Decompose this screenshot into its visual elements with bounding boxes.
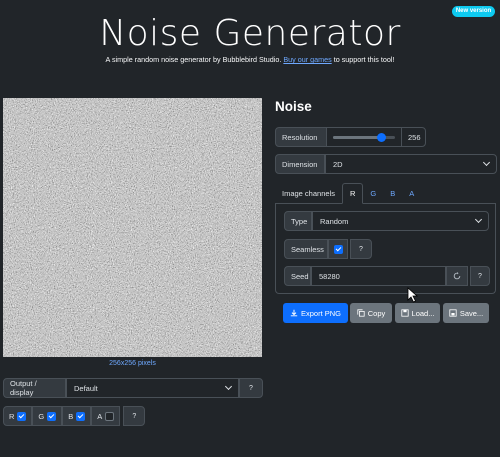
save-label: Save... [459, 308, 484, 318]
seed-label: Seed [284, 266, 311, 286]
tab-g[interactable]: G [363, 183, 383, 203]
seamless-checkbox[interactable] [328, 239, 348, 259]
dimension-label: Dimension [275, 154, 325, 174]
output-display-value: Default [74, 383, 98, 393]
tab-image-channels: Image channels [282, 188, 335, 198]
channel-b-label: B [68, 411, 74, 421]
page-title: Noise Generator [99, 13, 401, 54]
chevron-down-icon [482, 158, 491, 167]
checkbox-icon [17, 411, 27, 421]
noise-heading: Noise [275, 99, 312, 114]
seed-input[interactable]: 58280 [311, 266, 446, 286]
export-png-button[interactable]: Export PNG [283, 303, 348, 323]
checkbox-icon [333, 244, 343, 254]
channel-toggles: R G B A ? [3, 406, 146, 426]
seed-refresh-button[interactable] [446, 266, 468, 286]
output-display-label: Output / display [3, 378, 66, 398]
channel-r-toggle[interactable]: R [3, 406, 33, 426]
seamless-group: Seamless ? [284, 239, 372, 259]
download-icon [290, 309, 298, 317]
seed-value: 58280 [319, 271, 340, 281]
channels-help-button[interactable]: ? [123, 406, 146, 426]
resolution-value[interactable]: 256 [401, 127, 426, 147]
dimension-group: Dimension 2D [275, 154, 497, 174]
dimension-value: 2D [333, 159, 343, 169]
output-display-select[interactable]: Default [66, 378, 239, 398]
refresh-icon [453, 272, 461, 280]
channel-g-label: G [38, 411, 45, 421]
save-icon [449, 309, 457, 317]
channel-g-toggle[interactable]: G [32, 406, 63, 426]
slider-thumb[interactable] [377, 133, 387, 142]
copy-label: Copy [367, 308, 386, 318]
load-button[interactable]: Load... [395, 303, 440, 323]
page-subtitle: A simple random noise generator by Bubbl… [0, 55, 500, 64]
output-help-button[interactable]: ? [239, 378, 263, 398]
preview-size-label: 256x256 pixels [109, 360, 156, 367]
checkbox-icon [47, 411, 57, 421]
export-png-label: Export PNG [300, 308, 341, 318]
resolution-group: Resolution 256 [275, 127, 426, 147]
subtitle-text: A simple random noise generator by Bubbl… [105, 55, 282, 64]
seed-group: Seed 58280 ? [284, 266, 490, 286]
resolution-label: Resolution [275, 127, 327, 147]
output-display-group: Output / display Default ? [3, 378, 263, 398]
channel-a-toggle[interactable]: A [91, 406, 121, 426]
channel-b-toggle[interactable]: B [62, 406, 92, 426]
checkbox-icon [105, 411, 115, 421]
seamless-help-button[interactable]: ? [350, 239, 372, 259]
channel-tabs: Image channels R G B A [275, 183, 496, 204]
tab-a[interactable]: A [402, 183, 421, 203]
channel-a-label: A [97, 411, 103, 421]
subtitle-text-end: to support this tool! [333, 55, 395, 64]
type-group: Type Random [284, 211, 489, 231]
save-button[interactable]: Save... [443, 303, 489, 323]
copy-button[interactable]: Copy [350, 303, 392, 323]
noise-preview [3, 98, 262, 357]
buy-games-link[interactable]: Buy our games [283, 55, 331, 64]
seamless-label: Seamless [284, 239, 328, 259]
type-label: Type [284, 211, 312, 231]
checkbox-icon [76, 411, 86, 421]
tab-b[interactable]: B [383, 183, 402, 203]
resolution-slider[interactable] [327, 127, 401, 147]
load-label: Load... [411, 308, 435, 318]
dimension-select[interactable]: 2D [325, 154, 497, 174]
type-select[interactable]: Random [312, 211, 489, 231]
channel-r-label: R [9, 411, 15, 421]
chevron-down-icon [474, 215, 483, 224]
copy-icon [357, 309, 365, 317]
slider-fill [333, 136, 382, 139]
type-value: Random [320, 216, 349, 226]
mouse-cursor-icon [407, 287, 419, 303]
tab-r[interactable]: R [341, 183, 364, 204]
chevron-down-icon [224, 382, 233, 391]
load-icon [400, 309, 409, 317]
seed-help-button[interactable]: ? [470, 266, 490, 286]
